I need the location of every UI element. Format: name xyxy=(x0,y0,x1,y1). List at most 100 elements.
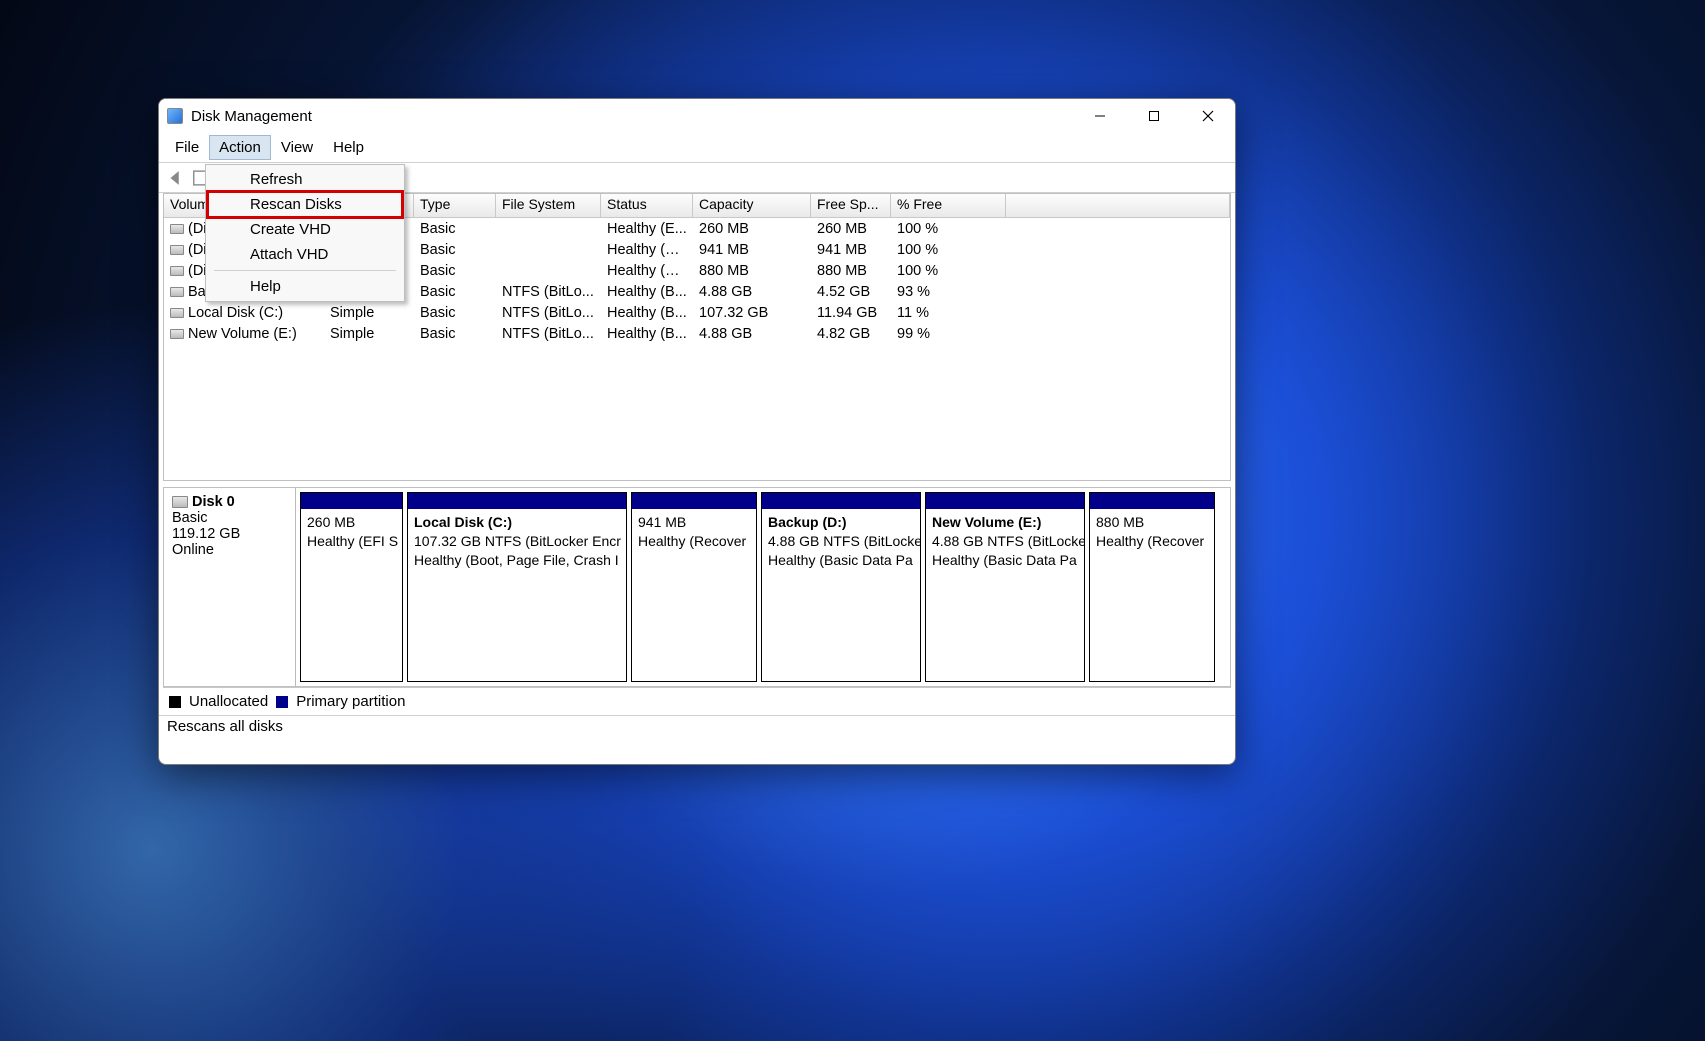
partition[interactable]: Backup (D:)4.88 GB NTFS (BitLockeHealthy… xyxy=(761,492,921,682)
volume-capacity: 107.32 GB xyxy=(693,305,811,321)
col-filesystem[interactable]: File System xyxy=(496,194,601,217)
volume-layout: Simple xyxy=(324,305,414,321)
back-arrow-icon xyxy=(165,167,187,189)
volume-status: Healthy (B... xyxy=(601,326,693,342)
volume-capacity: 4.88 GB xyxy=(693,284,811,300)
action-menu-dropdown: Refresh Rescan Disks Create VHD Attach V… xyxy=(205,164,405,302)
menu-refresh[interactable]: Refresh xyxy=(208,167,402,192)
disk-name: Disk 0 xyxy=(192,494,235,510)
partition-header xyxy=(301,493,402,509)
col-type[interactable]: Type xyxy=(414,194,496,217)
partition-line1: 880 MB xyxy=(1096,514,1144,530)
partition-line1: 4.88 GB NTFS (BitLocke xyxy=(932,533,1084,549)
partition-line1: 941 MB xyxy=(638,514,686,530)
volume-pct: 100 % xyxy=(891,263,1006,279)
volume-status: Healthy (R... xyxy=(601,263,693,279)
partition[interactable]: Local Disk (C:)107.32 GB NTFS (BitLocker… xyxy=(407,492,627,682)
volume-pct: 99 % xyxy=(891,326,1006,342)
partition[interactable]: New Volume (E:) 4.88 GB NTFS (BitLocke Hea… xyxy=(925,492,1085,682)
volume-fs: NTFS (BitLo... xyxy=(496,284,601,300)
menu-help-item[interactable]: Help xyxy=(208,274,402,299)
partition-line2: Healthy (Basic Data Pa xyxy=(768,552,913,568)
volume-name: (Di xyxy=(188,263,207,279)
partition-header xyxy=(762,493,920,509)
col-status[interactable]: Status xyxy=(601,194,693,217)
partition-line1: 260 MB xyxy=(307,514,355,530)
volume-type: Basic xyxy=(414,263,496,279)
close-button[interactable] xyxy=(1181,99,1235,133)
partition-title: New Volume (E:) xyxy=(932,514,1041,530)
app-icon xyxy=(167,108,183,124)
titlebar: Disk Management xyxy=(159,99,1235,133)
volume-pct: 100 % xyxy=(891,221,1006,237)
volume-free: 880 MB xyxy=(811,263,891,279)
maximize-icon xyxy=(1148,110,1160,122)
menu-view[interactable]: View xyxy=(271,135,323,160)
partition-line2: Healthy (Boot, Page File, Crash I xyxy=(414,552,619,568)
volume-type: Basic xyxy=(414,326,496,342)
close-icon xyxy=(1202,110,1214,122)
volume-row[interactable]: Local Disk (C:)SimpleBasicNTFS (BitLo...… xyxy=(164,302,1230,323)
partition-header xyxy=(632,493,756,509)
status-bar: Rescans all disks xyxy=(159,715,1235,739)
partition-header xyxy=(408,493,626,509)
col-pct-free[interactable]: % Free xyxy=(891,194,1006,217)
volume-pct: 100 % xyxy=(891,242,1006,258)
partition-map: 260 MB Healthy (EFI S Local Disk (C:)107.3… xyxy=(296,488,1230,686)
disk-icon xyxy=(172,496,188,508)
volume-fs: NTFS (BitLo... xyxy=(496,326,601,342)
partition-line2: Healthy (Basic Data Pa xyxy=(932,552,1077,568)
partition[interactable]: 260 MB Healthy (EFI S xyxy=(300,492,403,682)
partition-line2: Healthy (EFI S xyxy=(307,533,398,549)
volume-type: Basic xyxy=(414,242,496,258)
volume-name: (Di xyxy=(188,221,207,237)
volume-row[interactable]: New Volume (E:) SimpleBasicNTFS (BitLo...… xyxy=(164,323,1230,344)
volume-type: Basic xyxy=(414,284,496,300)
drive-icon xyxy=(170,266,184,276)
partition[interactable]: 941 MB Healthy (Recover xyxy=(631,492,757,682)
volume-pct: 11 % xyxy=(891,305,1006,321)
minimize-button[interactable] xyxy=(1073,99,1127,133)
volume-fs: NTFS (BitLo... xyxy=(496,305,601,321)
volume-pct: 93 % xyxy=(891,284,1006,300)
col-free[interactable]: Free Sp... xyxy=(811,194,891,217)
col-spacer xyxy=(1006,194,1230,217)
menu-create-vhd[interactable]: Create VHD xyxy=(208,217,402,242)
menubar: File Action View Help xyxy=(159,133,1235,163)
disk-management-window: Disk Management File Action View Help xyxy=(158,98,1236,765)
volume-capacity: 941 MB xyxy=(693,242,811,258)
menu-file[interactable]: File xyxy=(165,135,209,160)
partition-line1: 4.88 GB NTFS (BitLocke xyxy=(768,533,920,549)
legend: Unallocated Primary partition xyxy=(163,687,1231,715)
disk-type: Basic xyxy=(172,510,287,526)
drive-icon xyxy=(170,287,184,297)
volume-capacity: 880 MB xyxy=(693,263,811,279)
volume-free: 11.94 GB xyxy=(811,305,891,321)
status-text: Rescans all disks xyxy=(167,718,283,735)
menu-attach-vhd[interactable]: Attach VHD xyxy=(208,242,402,267)
partition[interactable]: 880 MBHealthy (Recover xyxy=(1089,492,1215,682)
disk-panel: Disk 0 Basic 119.12 GB Online 260 MB Heal… xyxy=(163,487,1231,687)
maximize-button[interactable] xyxy=(1127,99,1181,133)
volume-free: 260 MB xyxy=(811,221,891,237)
toolbar-back-button[interactable] xyxy=(165,167,187,189)
menu-action[interactable]: Action xyxy=(209,135,271,160)
disk-info[interactable]: Disk 0 Basic 119.12 GB Online xyxy=(164,488,296,686)
partition-line1: 107.32 GB NTFS (BitLocker Encr xyxy=(414,533,621,549)
swatch-primary xyxy=(276,696,288,708)
volume-status: Healthy (E... xyxy=(601,221,693,237)
window-title: Disk Management xyxy=(191,108,312,125)
volume-name: New Volume (E:) xyxy=(188,326,297,342)
menu-help[interactable]: Help xyxy=(323,135,374,160)
volume-layout: Simple xyxy=(324,326,414,342)
window-controls xyxy=(1073,99,1235,133)
partition-line2: Healthy (Recover xyxy=(638,533,746,549)
menu-rescan-disks[interactable]: Rescan Disks xyxy=(208,192,402,217)
legend-primary: Primary partition xyxy=(296,693,405,710)
volume-free: 4.52 GB xyxy=(811,284,891,300)
volume-type: Basic xyxy=(414,305,496,321)
drive-icon xyxy=(170,245,184,255)
col-capacity[interactable]: Capacity xyxy=(693,194,811,217)
volume-type: Basic xyxy=(414,221,496,237)
volume-free: 941 MB xyxy=(811,242,891,258)
